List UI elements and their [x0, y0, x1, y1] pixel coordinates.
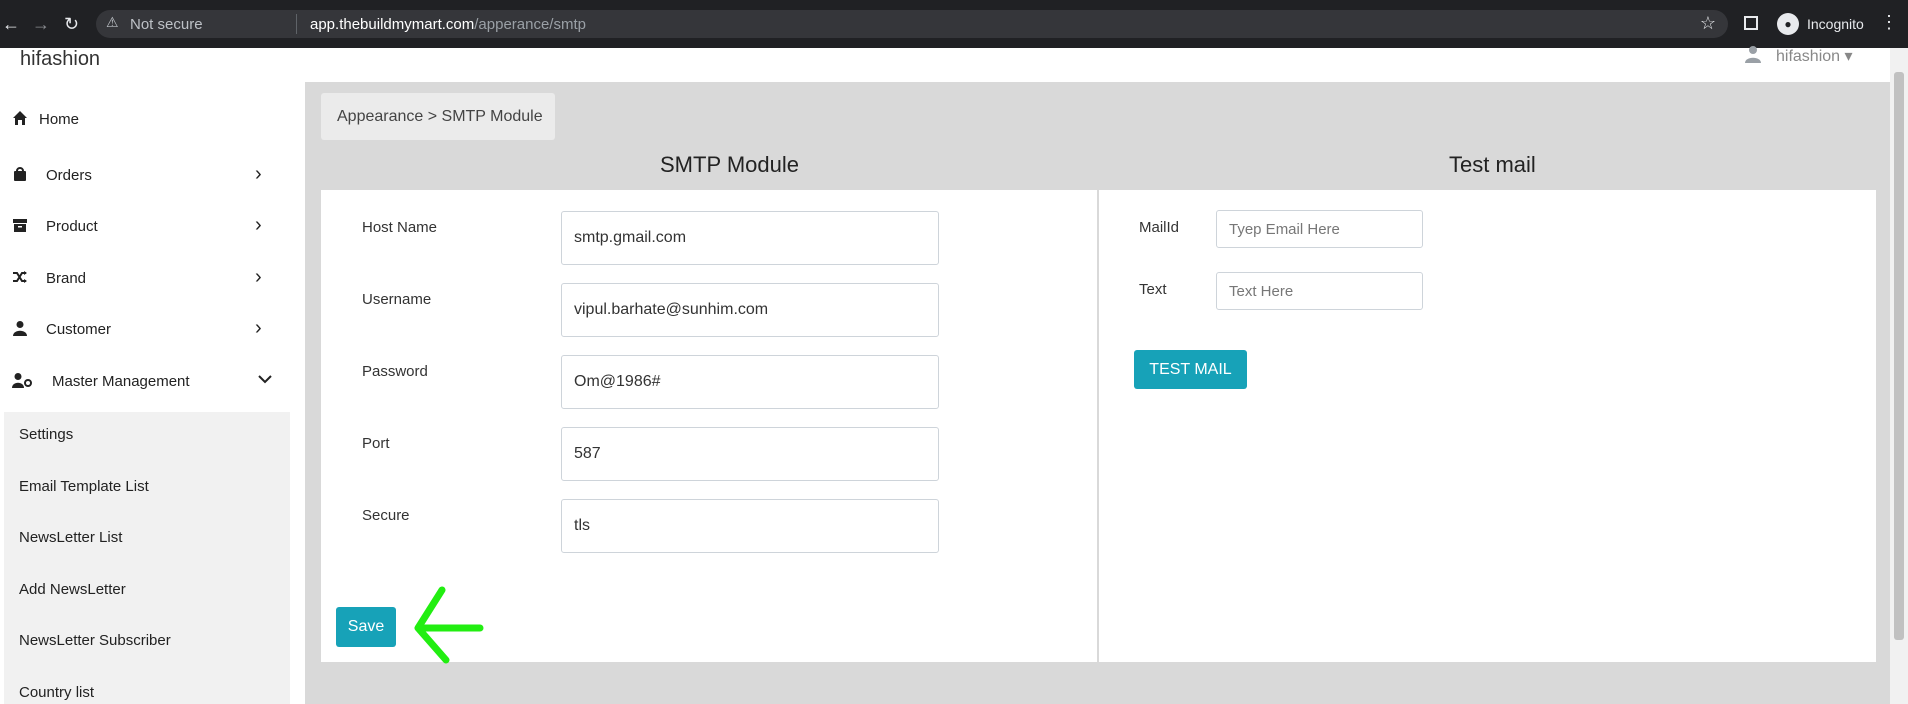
incognito-icon[interactable]: ●	[1777, 13, 1799, 35]
chevron-right-icon: ›	[255, 163, 262, 185]
sidebar-item-brand[interactable]: Brand ›	[0, 259, 290, 299]
address-divider	[296, 14, 297, 34]
annotation-arrow-icon	[414, 586, 484, 664]
breadcrumb: Appearance > SMTP Module	[321, 93, 555, 140]
submenu-item-newsletter-list[interactable]: NewsLetter List	[19, 529, 122, 546]
secure-input[interactable]	[561, 499, 939, 553]
mail-id-label: MailId	[1139, 219, 1180, 236]
test-mail-button[interactable]: TEST MAIL	[1134, 350, 1247, 389]
reload-icon[interactable]: ↻	[64, 14, 79, 34]
password-input[interactable]	[561, 355, 939, 409]
app-topbar	[0, 48, 1890, 82]
mail-id-input[interactable]	[1216, 210, 1423, 248]
user-menu[interactable]: hifashion ▾	[1776, 46, 1853, 66]
password-label: Password	[362, 363, 428, 380]
submenu-item-email-template-list[interactable]: Email Template List	[19, 478, 149, 495]
test-mail-card	[1099, 190, 1876, 662]
host-name-label: Host Name	[362, 219, 438, 236]
sidebar-item-master-management[interactable]: Master Management	[0, 362, 290, 402]
smtp-title: SMTP Module	[660, 152, 799, 177]
port-label: Port	[362, 435, 390, 452]
sidebar-item-label: Master Management	[52, 373, 190, 390]
bag-icon	[12, 166, 28, 187]
submenu-item-settings[interactable]: Settings	[19, 426, 73, 443]
bookmark-star-icon[interactable]: ☆	[1700, 13, 1716, 34]
username-input[interactable]	[561, 283, 939, 337]
submenu-item-newsletter-subscriber[interactable]: NewsLetter Subscriber	[19, 632, 171, 649]
sidebar-item-label: Customer	[46, 321, 112, 338]
chevron-right-icon: ›	[255, 214, 262, 236]
browser-chrome: ← → ↻ ⚠ Not secure app.thebuildmymart.co…	[0, 0, 1908, 48]
home-icon	[12, 110, 28, 131]
brand-name: hifashion	[20, 48, 101, 70]
archive-icon	[12, 217, 28, 238]
url-path: /apperance/smtp	[474, 16, 586, 33]
side-panel-icon[interactable]	[1744, 16, 1758, 30]
url-text[interactable]: app.thebuildmymart.com/apperance/smtp	[310, 16, 586, 33]
url-domain: app.thebuildmymart.com	[310, 16, 475, 33]
sidebar-item-product[interactable]: Product ›	[0, 207, 290, 247]
submenu-item-country-list[interactable]: Country list	[19, 684, 94, 701]
user-gear-icon	[12, 372, 32, 393]
shuffle-icon	[12, 269, 28, 290]
sidebar-item-home[interactable]: Home	[0, 100, 290, 140]
test-mail-title: Test mail	[1449, 152, 1536, 177]
secure-label: Secure	[362, 507, 410, 524]
master-management-submenu	[4, 412, 290, 704]
text-label: Text	[1139, 281, 1167, 298]
incognito-label: Incognito	[1807, 16, 1864, 32]
address-bar[interactable]: ⚠ Not secure app.thebuildmymart.com/appe…	[96, 10, 1728, 38]
chevron-down-icon	[258, 371, 272, 387]
security-label: Not secure	[130, 16, 203, 33]
warning-icon: ⚠	[106, 14, 119, 30]
sidebar-item-label: Product	[46, 218, 98, 235]
browser-menu-icon[interactable]: ⋮	[1880, 12, 1898, 33]
submenu-item-add-newsletter[interactable]: Add NewsLetter	[19, 581, 126, 598]
sidebar-item-orders[interactable]: Orders ›	[0, 156, 290, 196]
forward-icon[interactable]: →	[32, 14, 50, 34]
user-avatar-icon[interactable]	[1744, 45, 1762, 68]
sidebar-item-customer[interactable]: Customer ›	[0, 310, 290, 350]
sidebar-item-label: Brand	[46, 270, 87, 287]
host-name-input[interactable]	[561, 211, 939, 265]
back-icon[interactable]: ←	[2, 14, 20, 34]
text-input[interactable]	[1216, 272, 1423, 310]
save-button[interactable]: Save	[336, 607, 396, 647]
chevron-right-icon: ›	[255, 266, 262, 288]
scrollbar-thumb[interactable]	[1894, 72, 1904, 640]
port-input[interactable]	[561, 427, 939, 481]
sidebar-item-label: Home	[39, 111, 80, 128]
chevron-right-icon: ›	[255, 317, 262, 339]
sidebar-item-label: Orders	[46, 167, 92, 184]
username-label: Username	[362, 291, 432, 308]
user-icon	[12, 320, 28, 341]
